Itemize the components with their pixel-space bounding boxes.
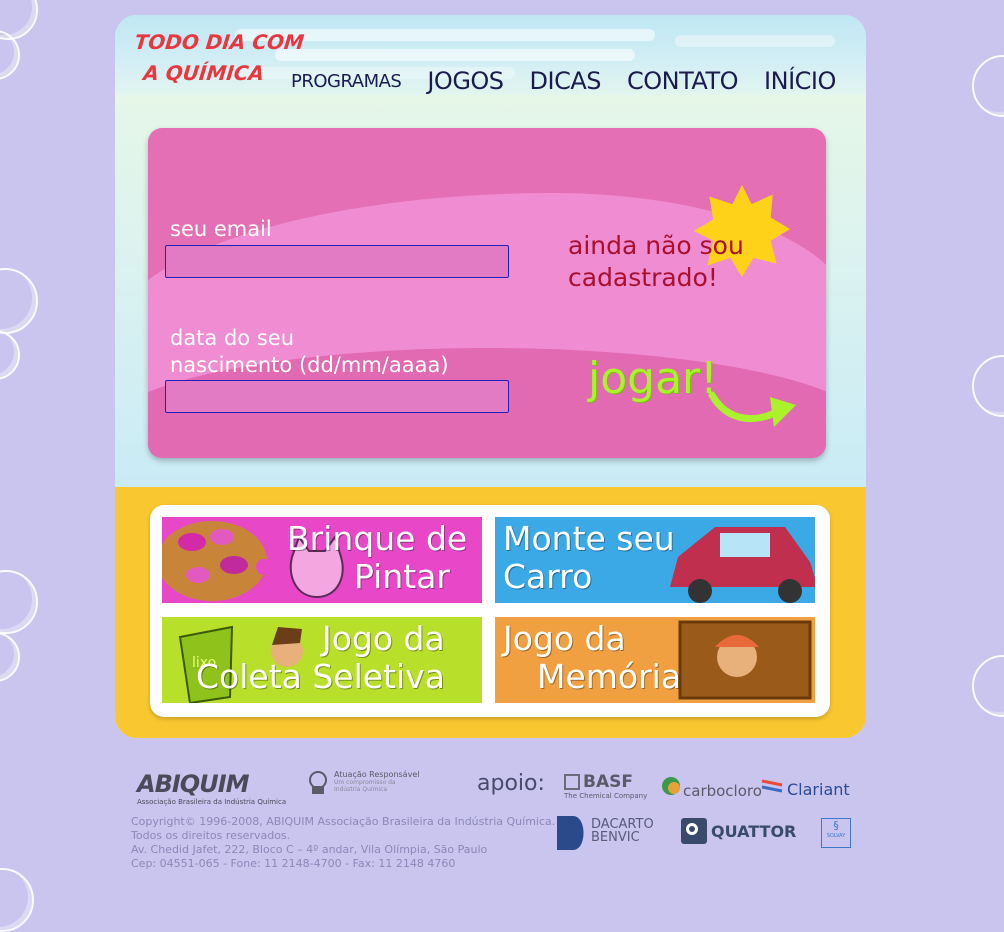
abiquim-subtitle: Associação Brasileira da Indústria Quími… — [137, 798, 287, 806]
carbocloro-logo[interactable]: carbocloro — [661, 772, 762, 800]
quattor-name: QUATTOR — [711, 821, 797, 841]
carbocloro-name: carbocloro — [683, 782, 762, 800]
atuacao-subtitle: Um compromisso da Indústria Química — [334, 779, 396, 793]
nav-dicas[interactable]: DICAS — [530, 67, 602, 95]
contact-line: Cep: 04551-065 - Fone: 11 2148-4700 - Fa… — [131, 857, 456, 870]
quattor-icon — [681, 818, 707, 844]
signup-line-2: cadastrado! — [568, 263, 718, 292]
solvay-name: SOLVAY — [826, 833, 846, 839]
signup-line-1: ainda não sou — [568, 231, 744, 260]
bubble-decoration — [972, 655, 1004, 717]
copyright-text: Copyright© 1996-2008, ABIQUIM Associação… — [131, 815, 555, 871]
game-title-line-1: Jogo da — [322, 619, 445, 658]
atuacao-logo[interactable]: Atuação Responsável Um compromisso da In… — [306, 770, 419, 796]
bubble-decoration — [0, 268, 38, 334]
kid-frame-icon — [678, 620, 812, 700]
game-title-line-1: Monte seu — [503, 519, 675, 558]
palette-icon — [162, 521, 272, 601]
dacarto-icon — [557, 816, 584, 850]
dacarto-benvic-logo[interactable]: DACARTO BENVIC — [555, 814, 654, 852]
car-icon — [670, 527, 815, 603]
carbocloro-icon — [662, 777, 680, 795]
quattor-logo[interactable]: QUATTOR — [681, 818, 796, 844]
bubble-decoration — [0, 632, 20, 682]
bubble-decoration — [972, 355, 1004, 417]
header: TODO DIA COM A QUÍMICA PROGRAMAS JOGOS D… — [115, 15, 866, 95]
nav-contato[interactable]: CONTATO — [627, 67, 739, 95]
clariant-logo[interactable]: Clariant — [760, 772, 850, 799]
nav-programas[interactable]: PROGRAMAS — [291, 71, 402, 95]
bubble-decoration — [972, 55, 1004, 117]
nav-jogos[interactable]: JOGOS — [427, 67, 504, 95]
game-title-line-2: Carro — [503, 557, 593, 596]
site-logo[interactable]: TODO DIA COM A QUÍMICA — [130, 27, 306, 89]
game-title-line-2: Pintar — [354, 557, 450, 596]
apoio-label: apoio: — [477, 771, 545, 796]
bubble-decoration — [0, 570, 38, 634]
basf-logo[interactable]: BASF The Chemical Company — [564, 772, 647, 800]
nav-inicio[interactable]: INÍCIO — [764, 67, 836, 95]
benvic-name: BENVIC — [591, 830, 640, 845]
signup-link[interactable]: ainda não sou cadastrado! — [568, 230, 744, 294]
basf-subtitle: The Chemical Company — [564, 792, 648, 800]
arrow-icon — [708, 391, 796, 427]
logo-line-2: A QUÍMICA — [142, 61, 266, 85]
game-title-line-2: Memória — [537, 657, 682, 696]
login-card: seu email data do seu nascimento (dd/mm/… — [148, 128, 826, 458]
copyright-line: Todos os direitos reservados. — [131, 829, 291, 842]
clariant-icon — [761, 779, 783, 792]
play-button[interactable]: jogar! — [588, 353, 718, 404]
address-line: Av. Chedid Jafet, 222, Bloco C – 4º anda… — [131, 843, 488, 856]
birthdate-label-line-2: nascimento (dd/mm/aaaa) — [170, 353, 449, 377]
bubble-decoration — [0, 868, 34, 932]
bubble-decoration — [0, 330, 20, 380]
email-field[interactable] — [165, 245, 509, 278]
birthdate-label-line-1: data do seu — [170, 326, 295, 350]
basf-square-icon — [564, 774, 580, 790]
abiquim-name: ABIQUIM — [137, 770, 250, 798]
atuacao-title: Atuação Responsável — [334, 770, 420, 779]
game-tile-coleta-seletiva[interactable]: lixo Jogo da Coleta Seletiva — [162, 617, 482, 703]
email-label: seu email — [170, 217, 272, 241]
hands-icon — [309, 771, 327, 794]
birthdate-label: data do seu nascimento (dd/mm/aaaa) — [170, 325, 449, 379]
main-frame: TODO DIA COM A QUÍMICA PROGRAMAS JOGOS D… — [115, 15, 866, 738]
birthdate-field[interactable] — [165, 380, 509, 413]
game-tile-jogo-da-memoria[interactable]: Jogo da Memória — [495, 617, 815, 703]
copyright-line: Copyright© 1996-2008, ABIQUIM Associação… — [131, 815, 556, 828]
game-title-line-1: Jogo da — [503, 619, 626, 658]
game-title-line-1: Brinque de — [287, 519, 468, 558]
game-tile-brinque-de-pintar[interactable]: Brinque de Pintar — [162, 517, 482, 603]
clariant-name: Clariant — [787, 780, 850, 799]
main-nav: PROGRAMAS JOGOS DICAS CONTATO INÍCIO — [291, 67, 836, 95]
game-title-line-2: Coleta Seletiva — [196, 657, 445, 696]
solvay-logo[interactable]: § SOLVAY — [821, 818, 851, 848]
games-panel: Brinque de Pintar Monte seu Carro lixo J… — [150, 505, 830, 717]
game-tile-monte-seu-carro[interactable]: Monte seu Carro — [495, 517, 815, 603]
logo-line-1: TODO DIA COM — [133, 30, 306, 54]
abiquim-logo[interactable]: ABIQUIM Associação Brasileira da Indústr… — [137, 770, 286, 806]
basf-name: BASF — [583, 772, 633, 792]
solvay-icon: § — [833, 819, 839, 832]
